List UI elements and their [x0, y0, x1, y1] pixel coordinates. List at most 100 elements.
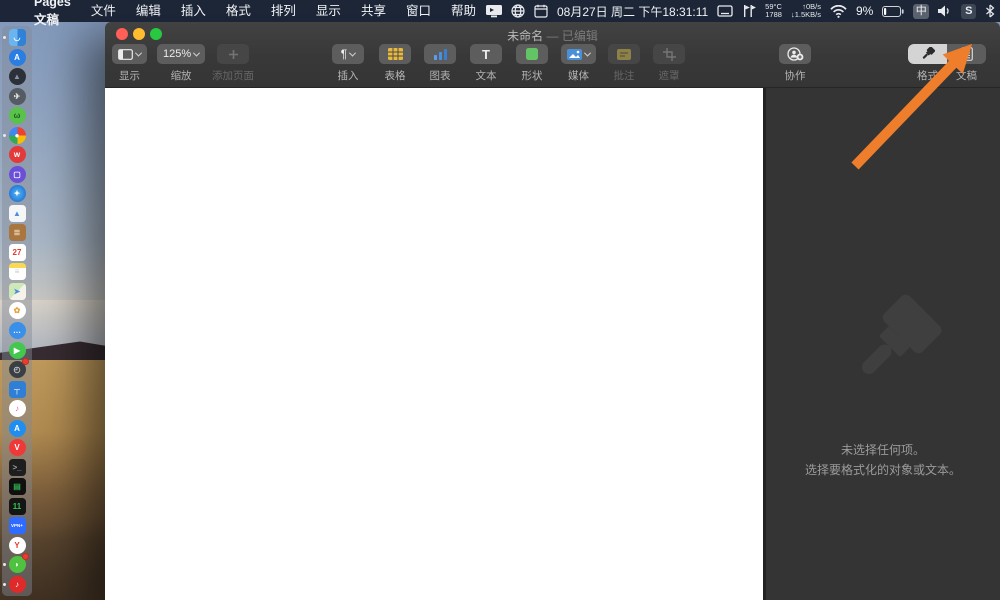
table-icon	[387, 48, 403, 60]
finder-icon: ◡	[8, 29, 26, 46]
temperature-status[interactable]: 59°C 1788	[765, 3, 782, 19]
dock-chrome[interactable]: ●	[2, 126, 26, 144]
menu-window[interactable]: 窗口	[396, 0, 441, 22]
menu-clock[interactable]: 08月27日 周二 下午18:31:11	[557, 3, 708, 20]
document-icon	[960, 47, 973, 61]
window-title: 未命名 — 已编辑	[507, 29, 598, 43]
mask-button	[653, 44, 685, 64]
dock-yandex[interactable]: Y	[8, 536, 26, 554]
dock-finder[interactable]: ◡	[2, 29, 26, 46]
table-button[interactable]	[379, 44, 411, 64]
dock-safari[interactable]: ✦	[8, 185, 26, 203]
format-document-segment	[908, 44, 986, 64]
chevron-down-icon	[134, 49, 143, 57]
dock-vpn-app[interactable]: VPN+	[8, 517, 26, 535]
dock-wechat[interactable]: ◗	[2, 553, 29, 574]
volume-icon[interactable]	[938, 5, 952, 17]
menu-view[interactable]: 显示	[306, 0, 351, 22]
dock-green-mascot-app[interactable]: ω	[8, 107, 26, 125]
input-method-badge[interactable]: 中	[913, 3, 930, 19]
dock-calendar[interactable]: 27	[8, 243, 26, 261]
dock-purple-app[interactable]: ▢	[8, 165, 26, 183]
format-sidebar: 未选择任何项。 选择要格式化的对象或文本。	[763, 88, 1000, 600]
app-menu-title[interactable]: Pages 文稿	[24, 0, 81, 28]
wifi-icon[interactable]	[830, 4, 847, 18]
preview-icon: ▲	[8, 204, 26, 222]
dock-dictionary[interactable]: ≣	[8, 224, 26, 242]
dock-itunes[interactable]: ♪	[8, 400, 26, 418]
text-button[interactable]: T	[470, 44, 502, 64]
comment-button	[608, 44, 640, 64]
dock-preview[interactable]: ▲	[8, 204, 26, 222]
view-button[interactable]	[112, 44, 147, 64]
dock-messages[interactable]: …	[8, 321, 26, 339]
dock-rocket-app[interactable]: ✈	[8, 87, 26, 105]
terminal-1-icon: >_	[8, 458, 26, 476]
paintbrush-placeholder-icon	[861, 294, 942, 375]
toolbar-format-document: 格式 文稿	[908, 44, 986, 83]
zoom-button[interactable]: 125%	[157, 44, 206, 64]
paintbrush-icon	[922, 47, 935, 59]
collaborate-button[interactable]	[779, 44, 811, 64]
media-button[interactable]	[561, 44, 596, 64]
dock-terminal-2[interactable]: ▤	[8, 478, 26, 496]
running-indicator	[2, 36, 6, 39]
dock-terminal-3[interactable]: 11	[8, 497, 26, 515]
dock: ◡ A ▲ ✈ ω ● w ▢ ✦ ▲ ≣ 27 ≡ ➤ ✿… ▶ ◴ ┬ ♪ A V >_ ▤ 11 VPN+ Y ◗ ♪	[2, 26, 32, 596]
dock-app-store-2[interactable]: A	[8, 419, 26, 437]
menu-edit[interactable]: 编辑	[126, 0, 171, 22]
menu-insert[interactable]: 插入	[171, 0, 216, 22]
flags-icon[interactable]	[742, 4, 757, 18]
dock-app-store[interactable]: A	[8, 48, 26, 66]
red-music-app-icon: w	[8, 146, 26, 164]
document-button[interactable]	[947, 44, 986, 64]
format-button[interactable]	[908, 44, 947, 64]
display-status-icon[interactable]	[485, 4, 502, 18]
proxy-status-badge[interactable]: S	[961, 3, 977, 19]
dock-terminal-1[interactable]: >_	[8, 458, 26, 476]
shape-button[interactable]	[516, 44, 548, 64]
dock-maps[interactable]: ➤	[8, 282, 26, 300]
running-indicator	[2, 582, 6, 586]
calendar-icon: 27	[8, 243, 26, 261]
view-icon	[118, 48, 133, 60]
battery-icon[interactable]	[882, 5, 904, 17]
calendar-icon[interactable]	[534, 4, 548, 18]
facetime-icon: ▶	[8, 341, 26, 359]
toolbar-mask: 遮罩	[653, 44, 685, 83]
dock-red-music-app[interactable]: w	[8, 146, 26, 164]
globe-icon[interactable]	[511, 4, 525, 18]
dictionary-icon: ≣	[8, 224, 26, 242]
toolbar-comment: 批注	[608, 44, 640, 83]
menu-format[interactable]: 格式	[216, 0, 261, 22]
dock-keynote[interactable]: ┬	[8, 380, 26, 398]
dock-facetime[interactable]: ▶	[8, 341, 26, 359]
toolbar-zoom: 125% 缩放	[157, 44, 206, 83]
bluetooth-icon[interactable]	[985, 4, 995, 18]
chart-button[interactable]	[424, 44, 456, 64]
menu-arrange[interactable]: 排列	[261, 0, 306, 22]
chevron-down-icon	[349, 49, 357, 57]
chevron-down-icon	[583, 49, 592, 57]
dock-notes[interactable]: ≡	[8, 263, 26, 281]
dock-photos[interactable]: ✿	[8, 302, 26, 320]
terminal-3-icon: 11	[8, 497, 26, 515]
insert-button[interactable]: ¶	[332, 44, 364, 64]
document-canvas[interactable]	[105, 88, 763, 600]
menu-share[interactable]: 共享	[351, 0, 396, 22]
pilcrow-icon: ¶	[340, 47, 348, 61]
window-toolbar: 未命名 — 已编辑 显示 125% 缩放 添加页面 ¶ 插入 表格 图表 T 文…	[105, 22, 1000, 88]
screen-capture-icon[interactable]	[717, 5, 733, 17]
dock-notification-app[interactable]: ◴	[8, 358, 29, 379]
netease-music-icon: ♪	[8, 575, 26, 593]
toolbar-shape: 形状	[516, 44, 548, 83]
dock-night-photo-app[interactable]: ▲	[8, 68, 26, 86]
toolbar-view: 显示	[112, 44, 147, 83]
menu-file[interactable]: 文件	[81, 0, 126, 22]
text-icon: T	[482, 46, 490, 62]
menu-help[interactable]: 帮助	[441, 0, 486, 22]
terminal-2-icon: ▤	[8, 478, 26, 496]
dock-vivaldi[interactable]: V	[8, 439, 26, 457]
network-speed-status[interactable]: ↑0B/s ↓1.5KB/s	[791, 3, 821, 19]
dock-netease-music[interactable]: ♪	[2, 575, 26, 593]
